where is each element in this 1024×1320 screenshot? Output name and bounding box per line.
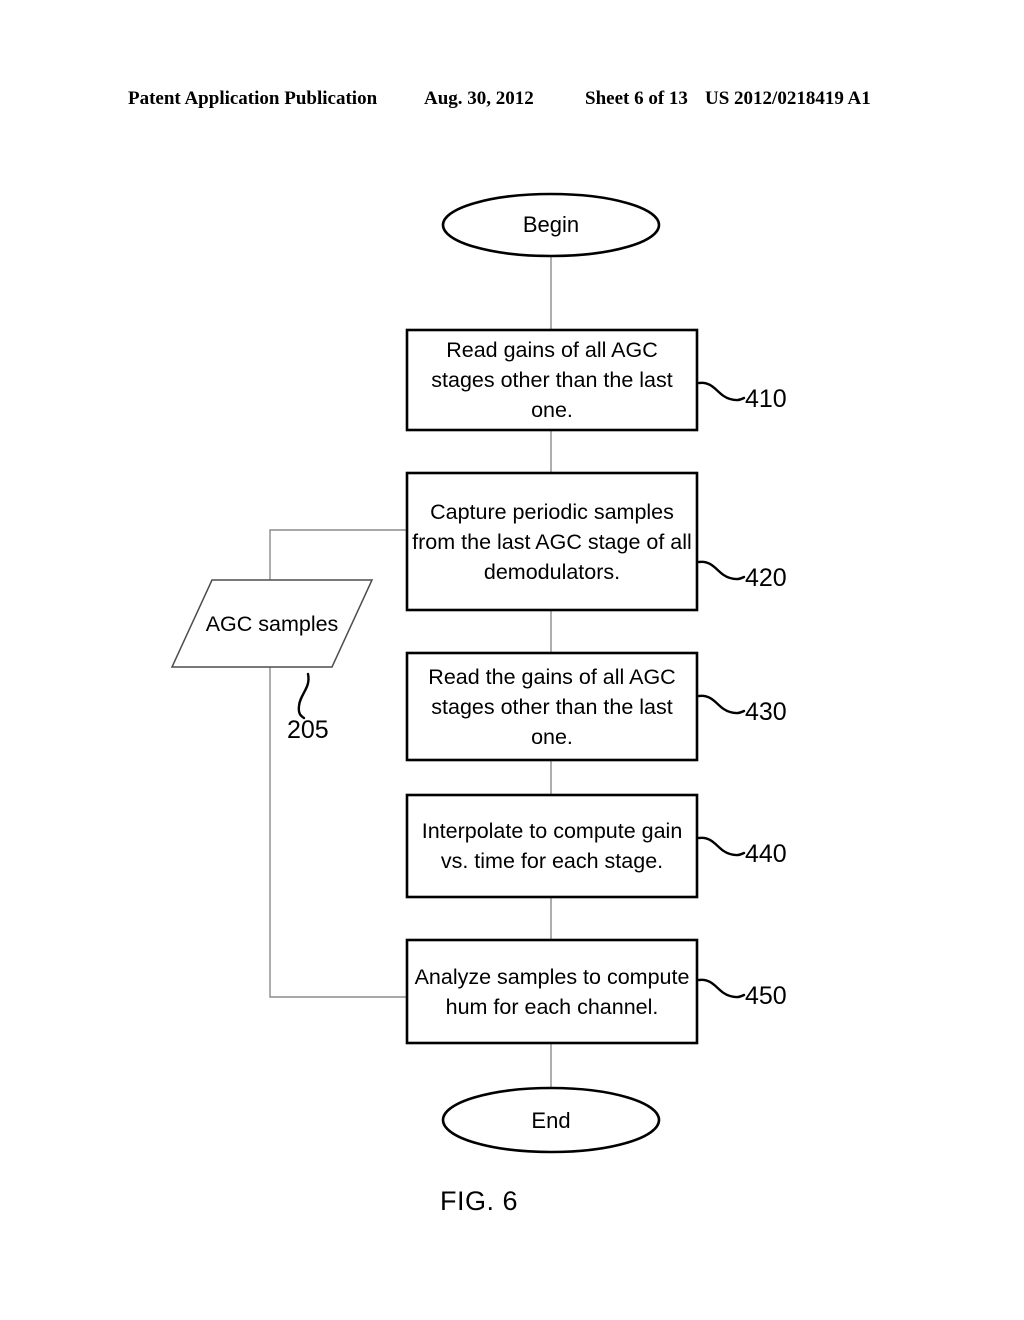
leader-420 xyxy=(697,560,746,581)
ref-number-420: 420 xyxy=(745,564,787,592)
ref-number-205: 205 xyxy=(287,716,329,744)
node-step450-label: Analyze samples to compute hum for each … xyxy=(414,964,690,1019)
ref-number-430: 430 xyxy=(745,698,787,726)
node-end-label: End xyxy=(531,1108,571,1133)
node-step420-label: Capture periodic samples from the last A… xyxy=(412,499,692,584)
leader-440 xyxy=(697,836,746,857)
ref-number-410: 410 xyxy=(745,385,787,413)
ref-number-450: 450 xyxy=(745,982,787,1010)
node-step430-label: Read the gains of all AGC stages other t… xyxy=(428,664,676,749)
node-data205-label: AGC samples xyxy=(205,611,339,636)
leader-205 xyxy=(297,672,310,720)
ref-number-440: 440 xyxy=(745,840,787,868)
flowchart-figure: Begin Read gains of all AGC stages other… xyxy=(0,0,1024,1320)
figure-caption: FIG. 6 xyxy=(440,1186,519,1216)
leader-410 xyxy=(697,381,746,402)
node-step440-label: Interpolate to compute gain vs. time for… xyxy=(421,819,683,873)
leader-450 xyxy=(697,978,746,999)
node-step410-label: Read gains of all AGC stages other than … xyxy=(431,338,673,422)
node-begin-label: Begin xyxy=(522,212,580,237)
leader-430 xyxy=(697,694,746,715)
